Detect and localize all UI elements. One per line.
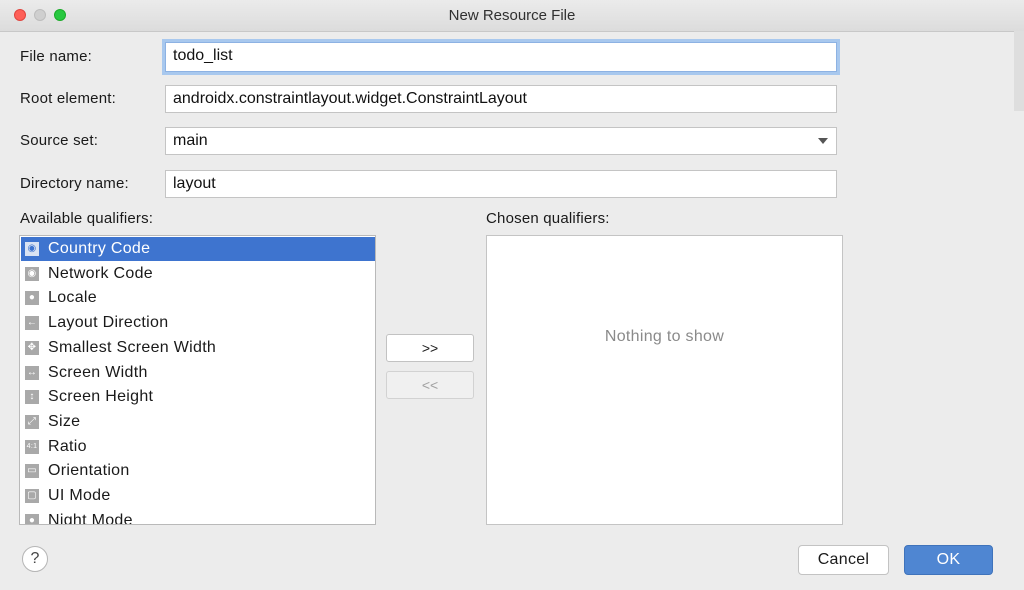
qualifier-item[interactable]: 4:1 Ratio	[21, 435, 375, 459]
smallest-width-icon: ✥	[25, 340, 39, 355]
root-element-label: Root element:	[20, 90, 116, 107]
screen-width-icon: ↔	[25, 365, 39, 380]
network-code-icon: ◉	[25, 266, 39, 281]
qualifier-item[interactable]: ● Night Mode	[21, 509, 375, 525]
qualifier-item[interactable]: ▢ UI Mode	[21, 484, 375, 508]
qualifier-label: Country Code	[48, 240, 151, 257]
qualifier-label: Smallest Screen Width	[48, 338, 217, 356]
qualifier-item[interactable]: ← Layout Direction	[21, 311, 375, 335]
orientation-icon: ▭	[25, 464, 39, 479]
night-mode-icon: ●	[25, 513, 39, 524]
qualifier-item[interactable]: ⤢ Size	[21, 410, 375, 434]
available-qualifiers-label: Available qualifiers:	[20, 210, 154, 227]
title-bar: New Resource File	[0, 0, 1024, 32]
file-name-input[interactable]: todo_list	[165, 42, 837, 72]
qualifier-label: Orientation	[48, 462, 130, 480]
qualifier-label: Locale	[48, 289, 97, 307]
ui-mode-icon: ▢	[25, 489, 39, 503]
qualifier-item[interactable]: ▭ Orientation	[21, 459, 375, 483]
available-qualifiers-list[interactable]: ◉ Country Code ◉ Network Code ● Locale ← Layout…	[19, 235, 376, 525]
help-button[interactable]: ?	[22, 546, 48, 572]
cancel-button[interactable]: Cancel	[798, 545, 889, 575]
directory-name-label: Directory name:	[20, 175, 129, 192]
chevron-down-icon	[818, 138, 828, 144]
qualifier-item[interactable]: ● Locale	[21, 286, 375, 310]
source-set-label: Source set:	[20, 132, 99, 149]
qualifier-item[interactable]: ✥ Smallest Screen Width	[21, 336, 375, 360]
qualifier-item[interactable]: ◉ Network Code	[21, 262, 375, 286]
layout-direction-icon: ←	[25, 316, 39, 331]
size-icon: ⤢	[25, 414, 39, 429]
source-set-value: main	[173, 132, 208, 149]
qualifier-label: Size	[48, 412, 81, 430]
ratio-icon: 4:1	[25, 439, 39, 454]
ok-button[interactable]: OK	[904, 545, 993, 575]
chosen-qualifiers-list[interactable]: Nothing to show	[486, 235, 843, 525]
qualifier-label: Layout Direction	[48, 314, 169, 332]
globe-icon: ●	[25, 291, 39, 306]
qualifier-label: Network Code	[48, 264, 153, 282]
file-name-label: File name:	[20, 48, 93, 65]
root-element-input[interactable]: androidx.constraintlayout.widget.Constra…	[165, 85, 837, 113]
qualifier-item[interactable]: ◉ Country Code	[21, 237, 375, 261]
qualifier-label: Screen Width	[48, 363, 148, 381]
qualifier-item[interactable]: ↔ Screen Width	[21, 361, 375, 385]
qualifier-label: Ratio	[48, 437, 87, 455]
empty-state-text: Nothing to show	[604, 328, 725, 345]
remove-qualifier-button[interactable]: <<	[386, 371, 474, 399]
chosen-qualifiers-label: Chosen qualifiers:	[486, 210, 610, 227]
source-set-select[interactable]: main	[165, 127, 837, 155]
qualifier-label: Night Mode	[48, 511, 133, 525]
add-qualifier-button[interactable]: >>	[386, 334, 474, 362]
qualifier-label: Screen Height	[48, 388, 154, 406]
qualifier-label: UI Mode	[48, 487, 111, 504]
window-title: New Resource File	[448, 7, 576, 24]
directory-name-input[interactable]: layout	[165, 170, 837, 198]
qualifier-item[interactable]: ↕ Screen Height	[21, 385, 375, 409]
screen-height-icon: ↕	[25, 390, 39, 405]
background-window-edge	[1014, 31, 1024, 111]
country-code-icon: ◉	[25, 242, 39, 256]
